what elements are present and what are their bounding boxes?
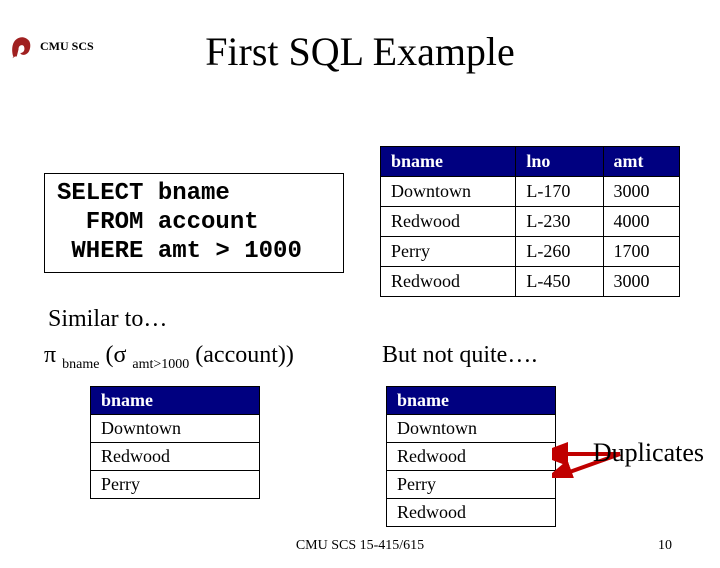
pi-symbol: π	[44, 342, 56, 368]
pi-subscript: bname	[62, 357, 99, 372]
but-not-quite-text: But not quite….	[382, 342, 537, 369]
sigma-symbol: σ	[113, 342, 126, 368]
table-row: Perry	[91, 471, 260, 499]
cmu-logo-icon	[8, 32, 36, 60]
table-row: Redwood	[91, 443, 260, 471]
col-bname: bname	[91, 387, 260, 415]
footer-course: CMU SCS 15-415/615	[0, 538, 720, 554]
sql-result-table: bname Downtown Redwood Perry Redwood	[386, 386, 556, 527]
sql-query: SELECT bname FROM account WHERE amt > 10…	[44, 173, 344, 273]
slide-title: First SQL Example	[0, 28, 720, 75]
account-table: bname lno amt DowntownL-1703000 RedwoodL…	[380, 146, 680, 297]
table-row: DowntownL-1703000	[381, 177, 680, 207]
table-row: Redwood	[387, 499, 556, 527]
table-row: Downtown	[91, 415, 260, 443]
table-row: Redwood	[387, 443, 556, 471]
col-amt: amt	[603, 147, 679, 177]
sigma-subscript: amt>1000	[132, 357, 189, 372]
table-header-row: bname lno amt	[381, 147, 680, 177]
col-bname: bname	[381, 147, 516, 177]
table-row: PerryL-2601700	[381, 237, 680, 267]
col-lno: lno	[516, 147, 603, 177]
rel-name: (account))	[195, 342, 294, 368]
table-row: Downtown	[387, 415, 556, 443]
similar-to-text: Similar to…	[48, 306, 167, 333]
table-row: RedwoodL-2304000	[381, 207, 680, 237]
slide-header: CMU SCS	[8, 32, 94, 60]
table-row: Perry	[387, 471, 556, 499]
duplicates-label: Duplicates	[593, 438, 704, 468]
projection-result-table: bname Downtown Redwood Perry	[90, 386, 260, 499]
relational-algebra-expr: π bname (σ amt>1000 (account))	[44, 342, 294, 373]
org-label: CMU SCS	[40, 39, 94, 54]
page-number: 10	[658, 538, 672, 554]
col-bname: bname	[387, 387, 556, 415]
table-row: RedwoodL-4503000	[381, 267, 680, 297]
